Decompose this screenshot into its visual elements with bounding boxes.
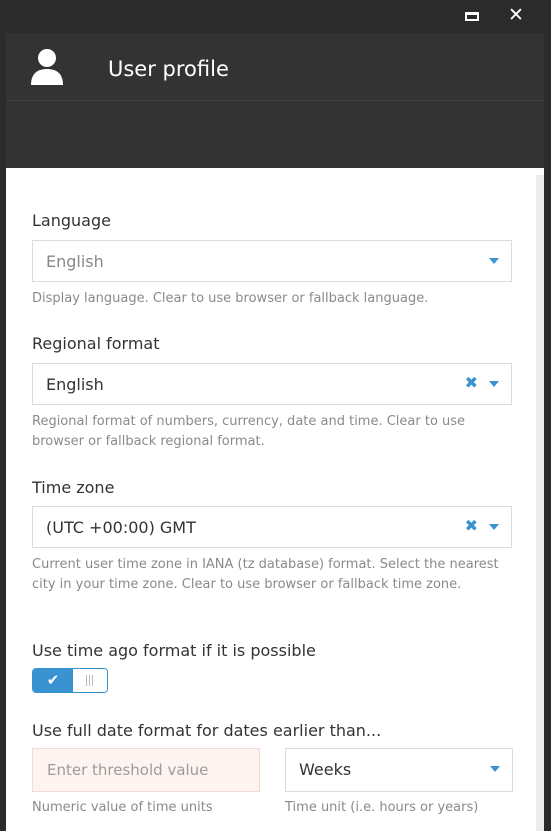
time-ago-toggle[interactable]: ✔ bbox=[32, 668, 108, 693]
regional-format-value: English bbox=[46, 375, 104, 394]
chevron-down-icon[interactable] bbox=[489, 258, 499, 264]
threshold-input[interactable]: Enter threshold value bbox=[32, 748, 260, 792]
maximize-button[interactable] bbox=[462, 6, 484, 26]
close-icon: ✕ bbox=[508, 4, 524, 26]
user-avatar-icon bbox=[31, 49, 63, 85]
threshold-placeholder: Enter threshold value bbox=[47, 761, 209, 779]
regional-format-label: Regional format bbox=[32, 334, 160, 353]
time-unit-select[interactable]: Weeks bbox=[285, 748, 513, 792]
title-bar: ✕ bbox=[0, 0, 551, 33]
toggle-knob[interactable] bbox=[73, 669, 107, 692]
close-button[interactable]: ✕ bbox=[505, 6, 527, 26]
time-zone-help: Current user time zone in IANA (tz datab… bbox=[32, 557, 499, 592]
regional-format-help: Regional format of numbers, currency, da… bbox=[32, 414, 466, 449]
time-ago-label: Use time ago format if it is possible bbox=[32, 641, 316, 660]
window-right-border bbox=[544, 33, 551, 831]
chevron-down-icon[interactable] bbox=[490, 766, 500, 772]
scrollbar[interactable] bbox=[536, 175, 544, 831]
check-icon: ✔ bbox=[33, 669, 73, 692]
language-label: Language bbox=[32, 211, 111, 230]
clear-icon[interactable]: ✖ bbox=[465, 373, 478, 392]
time-unit-value: Weeks bbox=[299, 760, 352, 779]
user-profile-window: ✕ User profile Language English Display … bbox=[0, 0, 551, 831]
language-value: English bbox=[46, 252, 104, 271]
page-title: User profile bbox=[108, 57, 229, 81]
maximize-icon bbox=[465, 12, 479, 21]
grip-icon bbox=[86, 675, 87, 686]
settings-panel: Language English Display language. Clear… bbox=[6, 168, 544, 831]
time-zone-label: Time zone bbox=[32, 478, 115, 497]
clear-icon[interactable]: ✖ bbox=[465, 516, 478, 535]
time-zone-select[interactable]: (UTC +00:00) GMT ✖ bbox=[32, 506, 512, 548]
chevron-down-icon[interactable] bbox=[489, 381, 499, 387]
time-zone-value: (UTC +00:00) GMT bbox=[46, 518, 196, 537]
header-divider bbox=[6, 100, 544, 101]
full-date-label: Use full date format for dates earlier t… bbox=[32, 721, 382, 740]
chevron-down-icon[interactable] bbox=[489, 524, 499, 530]
regional-format-select[interactable]: English ✖ bbox=[32, 363, 512, 405]
profile-header: User profile bbox=[6, 33, 544, 168]
language-select[interactable]: English bbox=[32, 240, 512, 282]
language-help: Display language. Clear to use browser o… bbox=[32, 291, 429, 306]
threshold-help: Numeric value of time units bbox=[32, 800, 213, 815]
time-unit-help: Time unit (i.e. hours or years) bbox=[285, 800, 479, 815]
